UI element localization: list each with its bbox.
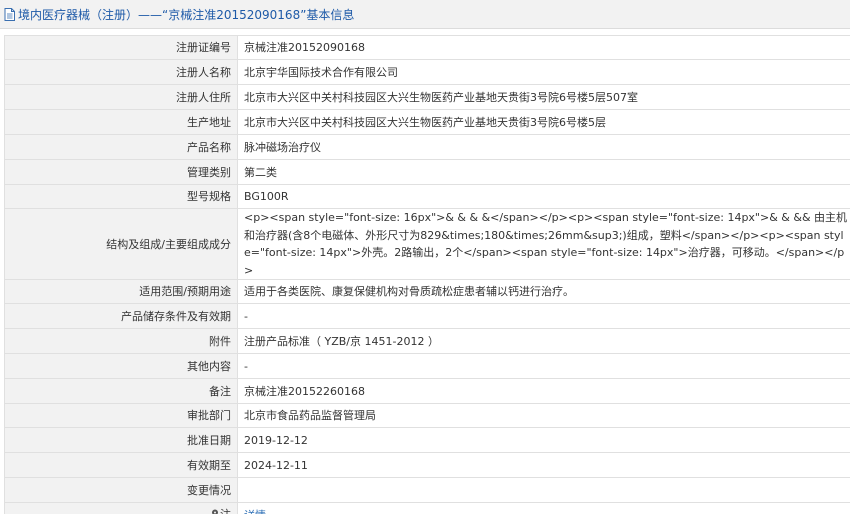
table-row: 审批部门 北京市食品药品监督管理局 xyxy=(4,403,850,428)
row-value: 第二类 xyxy=(237,159,850,185)
row-value: 2024-12-11 xyxy=(237,452,850,478)
info-table: 注册证编号 京械注准20152090168 注册人名称 北京宇华国际技术合作有限… xyxy=(4,35,850,514)
table-row: 注册人住所 北京市大兴区中关村科技园区大兴生物医药产业基地天贵街3号院6号楼5层… xyxy=(4,84,850,110)
row-value: 2019-12-12 xyxy=(237,427,850,453)
row-label: 其他内容 xyxy=(4,353,238,379)
row-value: 北京市大兴区中关村科技园区大兴生物医药产业基地天贵街3号院6号楼5层507室 xyxy=(237,84,850,110)
row-label: 结构及组成/主要组成成分 xyxy=(4,208,238,280)
table-row: 产品名称 脉冲磁场治疗仪 xyxy=(4,134,850,160)
note-label-cell: 注 xyxy=(4,502,238,514)
table-row: 附件 注册产品标准（ YZB/京 1451-2012 ） xyxy=(4,328,850,354)
pin-icon xyxy=(212,509,218,514)
row-label: 批准日期 xyxy=(4,427,238,453)
row-label: 备注 xyxy=(4,378,238,404)
row-label: 型号规格 xyxy=(4,184,238,209)
row-value: BG100R xyxy=(237,184,850,209)
row-value: 京械注准20152090168 xyxy=(237,35,850,60)
row-value: - xyxy=(237,303,850,329)
row-value: - xyxy=(237,353,850,379)
row-label: 生产地址 xyxy=(4,109,238,135)
table-row-note: 注 详情 xyxy=(4,502,850,514)
page-header: 境内医疗器械（注册）——“京械注准20152090168”基本信息 xyxy=(0,0,850,29)
table-row: 结构及组成/主要组成成分 <p><span style="font-size: … xyxy=(4,208,850,280)
document-icon xyxy=(4,7,15,21)
row-value: 北京市食品药品监督管理局 xyxy=(237,403,850,428)
row-value: 北京市大兴区中关村科技园区大兴生物医药产业基地天贵街3号院6号楼5层 xyxy=(237,109,850,135)
row-value: <p><span style="font-size: 16px">& & & &… xyxy=(237,208,850,280)
table-row: 适用范围/预期用途 适用于各类医院、康复保健机构对骨质疏松症患者辅以钙进行治疗。 xyxy=(4,279,850,304)
page-title: 境内医疗器械（注册）——“京械注准20152090168”基本信息 xyxy=(18,7,355,22)
table-row: 管理类别 第二类 xyxy=(4,159,850,185)
row-value: 适用于各类医院、康复保健机构对骨质疏松症患者辅以钙进行治疗。 xyxy=(237,279,850,304)
table-row: 型号规格 BG100R xyxy=(4,184,850,209)
table-row: 产品储存条件及有效期 - xyxy=(4,303,850,329)
note-label-text: 注 xyxy=(220,506,231,514)
table-row: 有效期至 2024-12-11 xyxy=(4,452,850,478)
row-label: 审批部门 xyxy=(4,403,238,428)
table-row: 其他内容 - xyxy=(4,353,850,379)
row-label: 变更情况 xyxy=(4,477,238,503)
row-label: 注册人名称 xyxy=(4,59,238,85)
row-label: 注册证编号 xyxy=(4,35,238,60)
table-row: 注册证编号 京械注准20152090168 xyxy=(4,35,850,60)
note-value: 详情 xyxy=(237,502,850,514)
row-value xyxy=(237,477,850,503)
row-value: 脉冲磁场治疗仪 xyxy=(237,134,850,160)
note-label: 注 xyxy=(211,506,231,514)
row-value: 京械注准20152260168 xyxy=(237,378,850,404)
row-label: 适用范围/预期用途 xyxy=(4,279,238,304)
table-row: 生产地址 北京市大兴区中关村科技园区大兴生物医药产业基地天贵街3号院6号楼5层 xyxy=(4,109,850,135)
table-row: 批准日期 2019-12-12 xyxy=(4,427,850,453)
row-label: 有效期至 xyxy=(4,452,238,478)
table-row: 变更情况 xyxy=(4,477,850,503)
row-label: 管理类别 xyxy=(4,159,238,185)
row-label: 注册人住所 xyxy=(4,84,238,110)
table-row: 备注 京械注准20152260168 xyxy=(4,378,850,404)
table-row: 注册人名称 北京宇华国际技术合作有限公司 xyxy=(4,59,850,85)
row-value: 北京宇华国际技术合作有限公司 xyxy=(237,59,850,85)
row-label: 附件 xyxy=(4,328,238,354)
row-label: 产品储存条件及有效期 xyxy=(4,303,238,329)
row-value: 注册产品标准（ YZB/京 1451-2012 ） xyxy=(237,328,850,354)
row-label: 产品名称 xyxy=(4,134,238,160)
detail-link[interactable]: 详情 xyxy=(244,509,266,514)
